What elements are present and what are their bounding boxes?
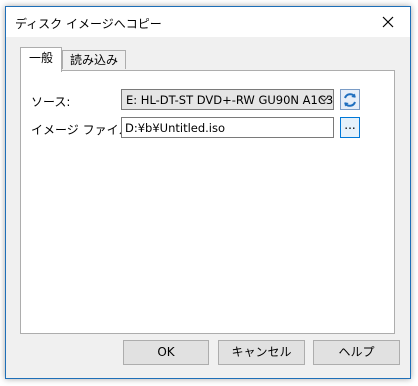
ok-label: OK	[157, 345, 175, 359]
chevron-down-icon	[319, 96, 329, 102]
image-file-input[interactable]: D:¥b¥Untitled.iso	[121, 117, 334, 138]
general-tab-panel: ソース: E: HL-DT-ST DVD+-RW GU90N A1C3 イメージ…	[20, 70, 395, 334]
help-label: ヘルプ	[338, 345, 375, 359]
browse-button[interactable]: ...	[340, 117, 360, 138]
ok-button[interactable]: OK	[123, 340, 209, 365]
refresh-button[interactable]	[340, 89, 360, 110]
source-dropdown[interactable]: E: HL-DT-ST DVD+-RW GU90N A1C3	[121, 89, 334, 110]
source-label: ソース:	[31, 95, 71, 109]
tab-read-label: 読み込み	[69, 53, 118, 67]
image-file-label: イメージ ファイル:	[31, 123, 135, 137]
cancel-label: キャンセル	[231, 345, 292, 359]
browse-label: ...	[344, 118, 356, 132]
help-button[interactable]: ヘルプ	[313, 340, 400, 365]
close-icon	[382, 16, 394, 27]
dialog-window: ディスク イメージへコピー 一般 読み込み ソース: E: HL-DT-ST D…	[5, 6, 411, 379]
tab-general-label: 一般	[28, 51, 53, 65]
window-title: ディスク イメージへコピー	[15, 17, 162, 31]
refresh-icon	[344, 92, 356, 107]
source-selected-value: E: HL-DT-ST DVD+-RW GU90N A1C3	[126, 93, 334, 107]
tab-general[interactable]: 一般	[20, 47, 62, 72]
cancel-button[interactable]: キャンセル	[218, 340, 305, 365]
tab-read[interactable]: 読み込み	[62, 50, 126, 69]
title-bar: ディスク イメージへコピー	[6, 7, 410, 37]
image-file-path: D:¥b¥Untitled.iso	[125, 121, 226, 135]
close-button[interactable]	[366, 7, 410, 36]
